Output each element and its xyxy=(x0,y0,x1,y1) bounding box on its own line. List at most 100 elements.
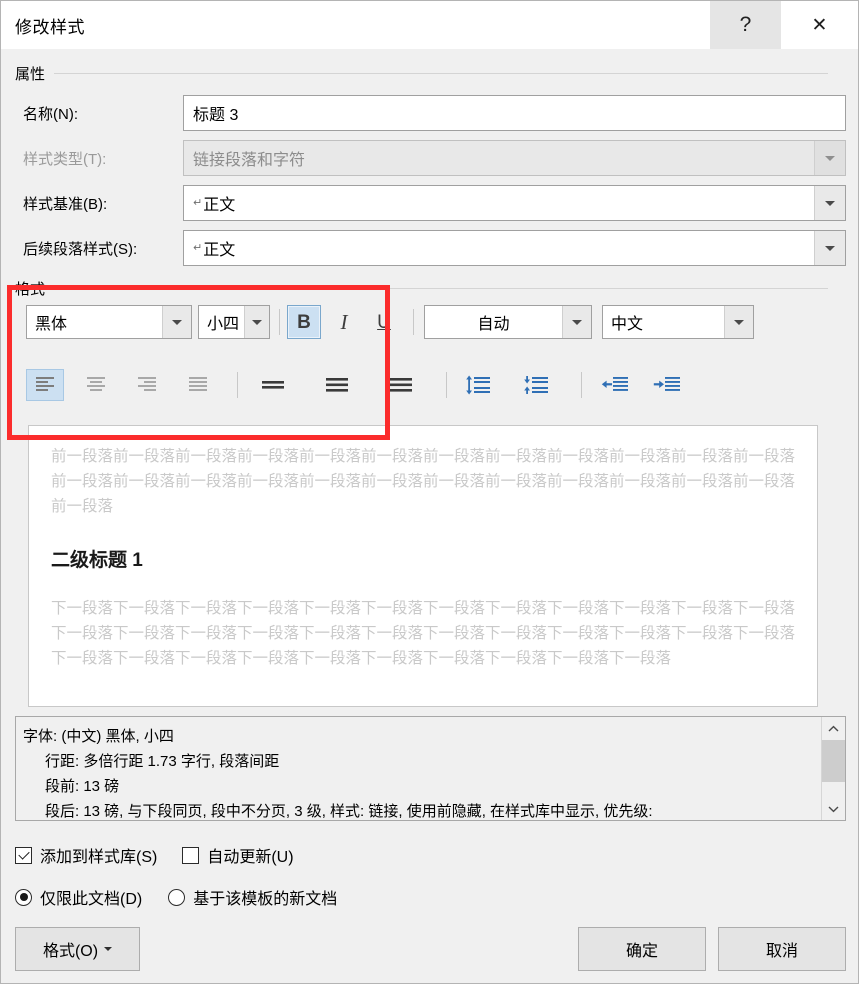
close-button[interactable]: ✕ xyxy=(781,1,858,49)
decrease-paragraph-spacing-icon xyxy=(524,376,548,394)
align-right-button[interactable] xyxy=(128,369,166,401)
toolbar-separator xyxy=(581,372,582,398)
decrease-paragraph-spacing-button[interactable] xyxy=(519,369,553,401)
only-this-document-radio[interactable]: 仅限此文档(D) xyxy=(15,885,142,909)
underline-button[interactable]: U xyxy=(367,305,401,339)
line-spacing-single-button[interactable] xyxy=(254,369,292,401)
align-center-button[interactable] xyxy=(77,369,115,401)
next-style-combobox[interactable]: ↵正文 xyxy=(183,230,846,266)
chevron-down-icon[interactable] xyxy=(562,306,591,338)
add-to-gallery-label: 添加到样式库(S) xyxy=(40,849,158,866)
help-button[interactable]: ? xyxy=(710,1,781,49)
description-scrollbar[interactable] xyxy=(821,717,845,820)
language-combobox[interactable]: 中文 xyxy=(602,305,754,339)
name-input[interactable]: 标题 3 xyxy=(183,95,846,131)
next-style-label: 后续段落样式(S): xyxy=(23,240,138,258)
font-color-combobox[interactable]: 自动 xyxy=(424,305,592,339)
increase-indent-button[interactable] xyxy=(650,369,684,401)
scroll-up-arrow-icon[interactable] xyxy=(822,717,845,740)
paragraph-toolbar-row xyxy=(26,369,684,401)
field-row-style-based-on: 样式基准(B): ↵正文 xyxy=(23,185,846,221)
font-family-value: 黑体 xyxy=(35,316,68,333)
style-based-on-label: 样式基准(B): xyxy=(23,195,108,213)
style-based-on-value-wrap: ↵正文 xyxy=(184,191,814,215)
scrollbar-thumb[interactable] xyxy=(822,740,845,782)
ok-button[interactable]: 确定 xyxy=(578,927,706,971)
radio-row: 仅限此文档(D) 基于该模板的新文档 xyxy=(15,885,337,909)
pilcrow-icon: ↵ xyxy=(193,197,203,209)
style-based-on-combobox[interactable]: ↵正文 xyxy=(183,185,846,221)
decrease-indent-icon xyxy=(601,377,628,391)
italic-button[interactable]: I xyxy=(327,305,361,339)
auto-update-label: 自动更新(U) xyxy=(207,849,294,866)
cancel-button[interactable]: 取消 xyxy=(718,927,846,971)
align-justify-icon xyxy=(189,377,207,391)
align-justify-button[interactable] xyxy=(179,369,217,401)
bold-button[interactable]: B xyxy=(287,305,321,339)
underline-icon: U xyxy=(377,311,391,333)
preview-after-paragraph: 下一段落下一段落下一段落下一段落下一段落下一段落下一段落下一段落下一段落下一段落… xyxy=(51,599,796,667)
auto-update-checkbox[interactable]: 自动更新(U) xyxy=(182,843,294,867)
font-size-value: 小四 xyxy=(207,316,240,333)
format-button[interactable]: 格式(O) xyxy=(15,927,140,971)
scroll-down-arrow-icon[interactable] xyxy=(822,797,845,820)
font-family-combobox[interactable]: 黑体 xyxy=(26,305,192,339)
increase-paragraph-spacing-button[interactable] xyxy=(461,369,495,401)
next-style-value: 正文 xyxy=(203,242,236,259)
cancel-button-label: 取消 xyxy=(765,943,798,960)
next-style-value-wrap: ↵正文 xyxy=(184,236,814,260)
radio-selected-icon xyxy=(15,888,32,906)
help-icon: ? xyxy=(739,13,752,36)
checkbox-unchecked-icon xyxy=(182,846,200,864)
desc-line-space-after: 段后: 13 磅, 与下段同页, 段中不分页, 3 级, 样式: 链接, 使用前… xyxy=(45,803,653,820)
chevron-down-icon[interactable] xyxy=(244,306,269,338)
name-field-label: 名称(N): xyxy=(23,105,78,123)
increase-indent-icon xyxy=(653,377,680,391)
desc-line-space-before: 段前: 13 磅 xyxy=(45,778,120,795)
style-based-on-value: 正文 xyxy=(203,197,236,214)
page-title: 修改样式 xyxy=(15,17,85,37)
preview-heading: 二级标题 1 xyxy=(51,550,143,571)
italic-icon: I xyxy=(340,309,348,334)
decrease-indent-button[interactable] xyxy=(598,369,632,401)
chevron-down-icon[interactable] xyxy=(162,306,191,338)
font-size-combobox[interactable]: 小四 xyxy=(198,305,270,339)
language-value: 中文 xyxy=(611,316,644,333)
align-left-icon xyxy=(36,377,54,391)
properties-group-label: 属性 xyxy=(15,66,46,83)
align-left-button[interactable] xyxy=(26,369,64,401)
pilcrow-icon: ↵ xyxy=(193,242,203,254)
line-spacing-double-button[interactable] xyxy=(382,369,420,401)
dialog-body: 属性 名称(N): 标题 3 样式类型(T): 链接段落和字符 样式基准(B):… xyxy=(1,49,858,983)
style-preview-pane: 前一段落前一段落前一段落前一段落前一段落前一段落前一段落前一段落前一段落前一段落… xyxy=(28,425,818,707)
toolbar-separator xyxy=(279,309,280,335)
properties-group-header: 属性 xyxy=(15,63,846,84)
close-icon: ✕ xyxy=(811,14,828,36)
toolbar-separator xyxy=(446,372,447,398)
chevron-down-icon[interactable] xyxy=(814,186,845,220)
new-documents-radio[interactable]: 基于该模板的新文档 xyxy=(168,885,337,909)
checkbox-row: 添加到样式库(S) 自动更新(U) xyxy=(15,843,294,867)
chevron-down-icon xyxy=(814,141,845,175)
align-center-icon xyxy=(87,377,105,391)
line-spacing-1-5-button[interactable] xyxy=(318,369,356,401)
add-to-gallery-checkbox[interactable]: 添加到样式库(S) xyxy=(15,843,157,867)
chevron-down-icon[interactable] xyxy=(724,306,753,338)
chevron-down-icon[interactable] xyxy=(814,231,845,265)
style-description-box: 字体: (中文) 黑体, 小四 行距: 多倍行距 1.73 字行, 段落间距 段… xyxy=(15,716,846,821)
toolbar-separator xyxy=(237,372,238,398)
desc-line-font: 字体: (中文) 黑体, 小四 xyxy=(23,728,174,745)
align-right-icon xyxy=(138,377,156,391)
format-group-header: 格式 xyxy=(15,278,846,299)
desc-line-linespacing: 行距: 多倍行距 1.73 字行, 段落间距 xyxy=(45,753,280,770)
format-group-label: 格式 xyxy=(15,281,46,298)
font-toolbar-row: 黑体 小四 B I U 自动 中文 xyxy=(26,305,754,339)
only-this-document-label: 仅限此文档(D) xyxy=(40,891,143,908)
checkbox-checked-icon xyxy=(15,846,32,864)
group-divider xyxy=(54,288,828,289)
group-divider xyxy=(54,73,828,74)
toolbar-separator xyxy=(413,309,414,335)
style-type-value: 链接段落和字符 xyxy=(193,152,306,169)
bold-icon: B xyxy=(297,311,311,333)
font-color-value: 自动 xyxy=(477,316,510,333)
